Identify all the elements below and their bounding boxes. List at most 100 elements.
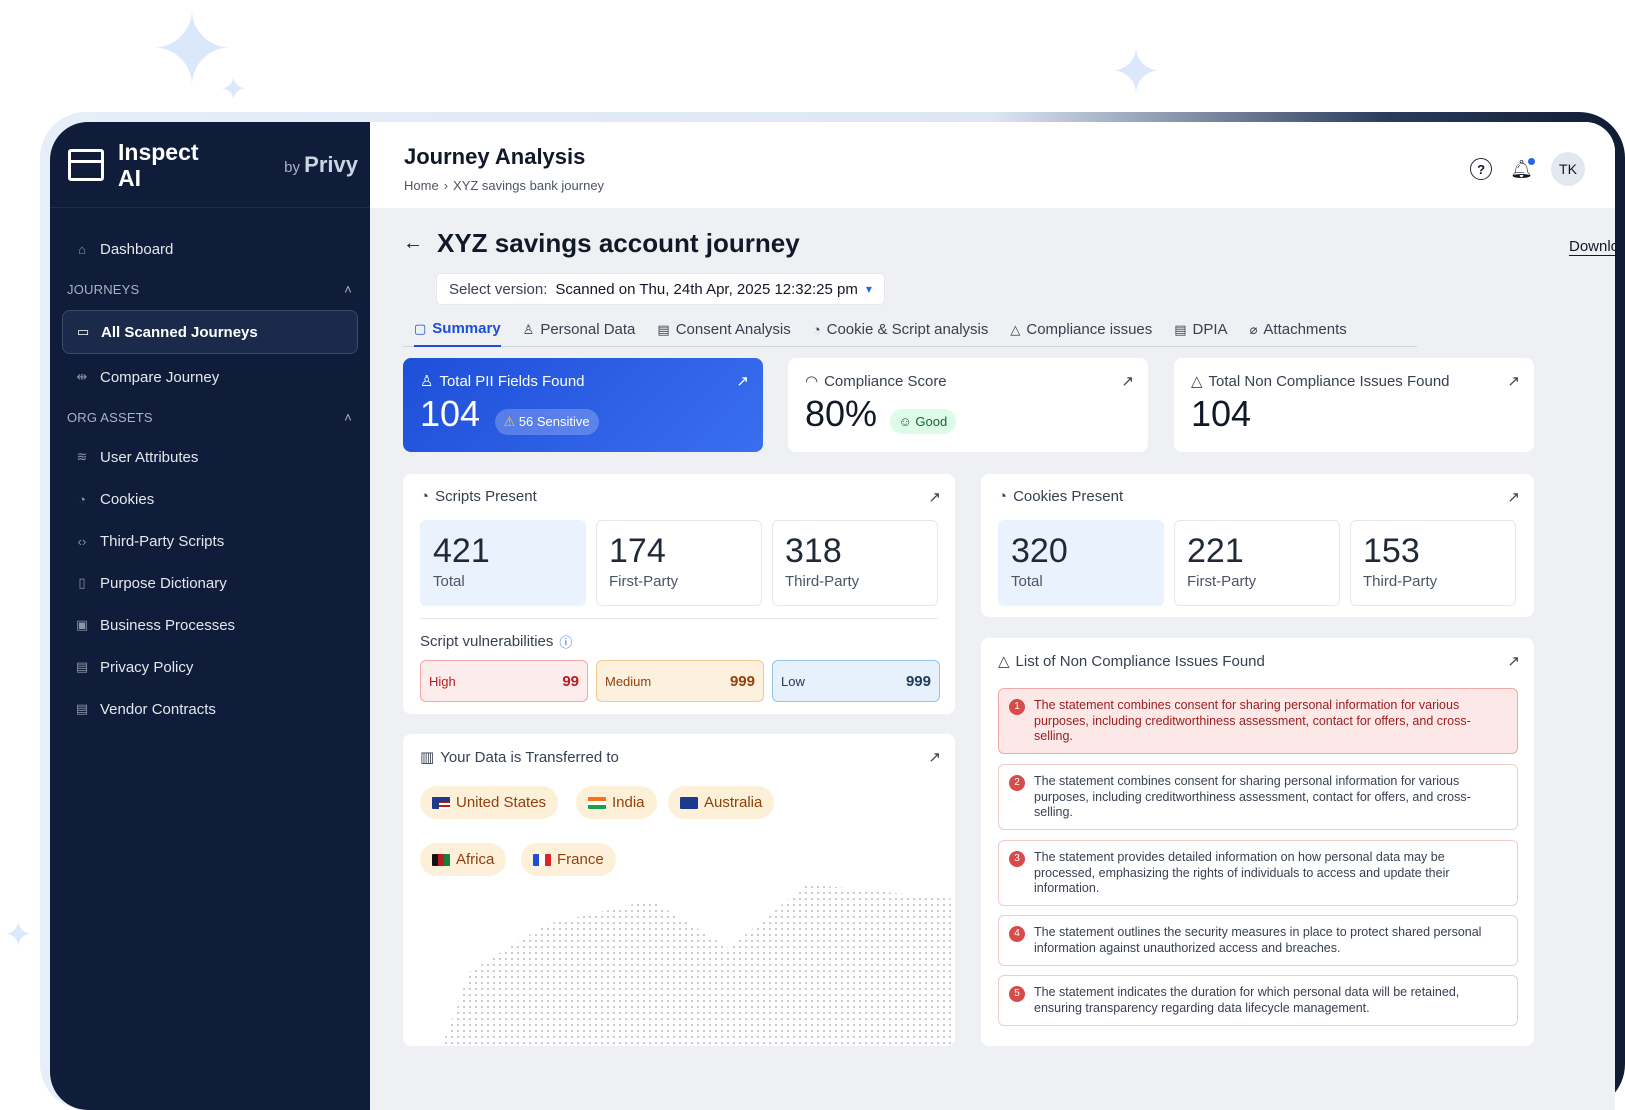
brand-name: Inspect AI: [118, 138, 199, 191]
device-frame: Inspect AI by Privy ⌂ Dashboard JOURNEYS ˄…: [40, 112, 1625, 1110]
book-icon: ▯: [78, 575, 86, 590]
section-journeys[interactable]: JOURNEYS ˄: [50, 270, 370, 308]
data-transfer-card: ▥ Your Data is Transferred to ↗ United St…: [403, 734, 955, 1046]
cookie-icon: ◔: [420, 488, 430, 505]
compliance-score-value: 80%: [805, 393, 878, 434]
top-bar: Journey Analysis Home › XYZ savings bank j…: [370, 122, 1615, 208]
divider: [420, 618, 938, 619]
tab-consent-analysis[interactable]: ▤ Consent Analysis: [657, 313, 790, 347]
country-pill-france[interactable]: France: [521, 843, 616, 876]
issues-card: △ List of Non Compliance Issues Found ↗ 1…: [981, 638, 1534, 1046]
expand-arrow-icon[interactable]: ↗: [1507, 652, 1520, 670]
inspect-logo-icon: [64, 143, 108, 187]
cookies-third-party[interactable]: 153 Third-Party: [1350, 520, 1516, 606]
sidebar-item-compare-journey[interactable]: ⇹ Compare Journey: [50, 356, 370, 398]
tab-compliance-issues[interactable]: △ Compliance issues: [1010, 313, 1152, 347]
country-pill-africa[interactable]: Africa: [420, 843, 507, 876]
vuln-low[interactable]: Low 999: [772, 660, 940, 702]
scripts-card: ◔ Scripts Present ↗ 421 Total 174 First-Par…: [403, 474, 955, 714]
download-link[interactable]: Download: [1569, 238, 1615, 256]
top-actions: ? 🔔︎ TK: [1470, 152, 1585, 186]
sidebar-item-all-scanned-journeys[interactable]: ▭ All Scanned Journeys: [62, 310, 358, 354]
tab-cookie-script-analysis[interactable]: ◔ Cookie & Script analysis: [813, 313, 989, 347]
country-pill-australia[interactable]: Australia: [668, 786, 775, 819]
expand-arrow-icon[interactable]: ↗: [1507, 488, 1520, 506]
cookies-card: ◔ Cookies Present ↗ 320 Total 221 First-Par…: [981, 474, 1534, 617]
sidebar-item-cookies[interactable]: ◔ Cookies: [50, 478, 370, 520]
code-icon: ‹›: [77, 533, 87, 549]
cookies-first-party[interactable]: 221 First-Party: [1174, 520, 1340, 606]
avatar[interactable]: TK: [1551, 152, 1585, 186]
noncompliance-card[interactable]: △ Total Non Compliance Issues Found ↗ 104: [1174, 358, 1534, 452]
vuln-medium[interactable]: Medium 999: [596, 660, 764, 702]
help-icon[interactable]: ?: [1470, 158, 1493, 180]
cookies-total[interactable]: 320 Total: [998, 520, 1164, 606]
issue-item[interactable]: 2 The statement combines consent for shar…: [998, 764, 1518, 830]
document-icon: ▤: [1174, 321, 1187, 337]
tab-attachments[interactable]: ⌀ Attachments: [1250, 313, 1347, 347]
country-pill-united-states[interactable]: United States: [420, 786, 559, 819]
scripts-third-party[interactable]: 318 Third-Party: [772, 520, 938, 606]
sidebar-item-third-party-scripts[interactable]: ‹› Third-Party Scripts: [50, 520, 370, 562]
africa-flag-icon: [432, 853, 450, 866]
warning-icon: △: [998, 653, 1010, 670]
sidebar-item-vendor-contracts[interactable]: ▤ Vendor Contracts: [50, 688, 370, 730]
world-map-illustration: [443, 884, 955, 1044]
pii-card[interactable]: ♙ Total PII Fields Found ↗ 104 ⚠ 56 Sensi…: [403, 358, 763, 452]
expand-arrow-icon[interactable]: ↗: [1121, 372, 1134, 390]
back-arrow-icon[interactable]: ←: [403, 232, 423, 255]
content: ← XYZ savings account journey Download S…: [403, 208, 1615, 1110]
issue-item[interactable]: 3 The statement provides detailed informa…: [998, 840, 1518, 906]
australia-flag-icon: [680, 796, 698, 809]
brand-by: by Privy: [284, 152, 358, 177]
cookie-icon: ◔: [78, 491, 86, 507]
chevron-down-icon: ▾: [865, 282, 872, 296]
home-icon: ⌂: [78, 241, 86, 257]
laptop-icon: ▭: [76, 324, 90, 339]
journey-title: XYZ savings account journey: [437, 228, 800, 258]
compare-icon: ⇹: [76, 369, 88, 384]
good-badge: ☺ Good: [889, 409, 957, 435]
main-area: Journey Analysis Home › XYZ savings bank j…: [370, 122, 1615, 1110]
issue-item[interactable]: 5 The statement indicates the duration fo…: [998, 975, 1518, 1026]
journey-header: ← XYZ savings account journey: [403, 228, 800, 259]
breadcrumb-home[interactable]: Home: [404, 178, 439, 193]
expand-arrow-icon[interactable]: ↗: [1507, 372, 1520, 390]
scripts-total[interactable]: 421 Total: [420, 520, 586, 606]
pii-value: 104: [420, 393, 481, 434]
expand-arrow-icon[interactable]: ↗: [928, 488, 941, 506]
vuln-title: Script vulnerabilities ⓘ: [420, 633, 573, 650]
page-title: Journey Analysis: [404, 144, 586, 169]
breadcrumb-current: XYZ savings bank journey: [453, 178, 605, 193]
expand-arrow-icon[interactable]: ↗: [736, 372, 749, 390]
sidebar-item-purpose-dictionary[interactable]: ▯ Purpose Dictionary: [50, 562, 370, 604]
compliance-score-card[interactable]: ◠ Compliance Score ↗ 80% ☺ Good: [788, 358, 1148, 452]
map-icon: ▥: [420, 749, 435, 766]
version-select[interactable]: Select version: Scanned on Thu, 24th Apr,…: [436, 273, 885, 305]
issue-item[interactable]: 1 The statement combines consent for shar…: [998, 688, 1518, 754]
expand-arrow-icon[interactable]: ↗: [928, 748, 941, 766]
sidebar-item-business-processes[interactable]: ▣ Business Processes: [50, 604, 370, 646]
brand[interactable]: Inspect AI by Privy: [50, 122, 370, 208]
vuln-high[interactable]: High 99: [420, 660, 588, 702]
section-org-assets[interactable]: ORG ASSETS ˄: [50, 398, 370, 436]
notification-dot: [1528, 157, 1535, 165]
scripts-first-party[interactable]: 174 First-Party: [596, 520, 762, 606]
tab-dpia[interactable]: ▤ DPIA: [1174, 313, 1227, 347]
issue-item[interactable]: 4 The statement outlines the security mea…: [998, 915, 1518, 966]
breadcrumb: Home › XYZ savings bank journey: [404, 178, 1581, 193]
cookie-icon: ◔: [812, 322, 821, 337]
country-pill-india[interactable]: India: [576, 786, 657, 819]
user-icon: ♙: [420, 373, 434, 390]
tab-summary[interactable]: ▢ Summary: [414, 313, 501, 347]
sidebar-item-dashboard[interactable]: ⌂ Dashboard: [50, 228, 370, 270]
chevron-up-icon: ˄: [344, 409, 352, 425]
sidebar-nav: ⌂ Dashboard JOURNEYS ˄ ▭ All Scanned Journe…: [50, 208, 370, 730]
tab-personal-data[interactable]: ♙ Personal Data: [523, 313, 636, 347]
document-icon: ▤: [657, 321, 670, 337]
bell-icon[interactable]: 🔔︎: [1510, 157, 1535, 180]
gauge-icon: ◠: [805, 373, 819, 390]
sidebar-item-privacy-policy[interactable]: ▤ Privacy Policy: [50, 646, 370, 688]
sidebar-item-user-attributes[interactable]: ≋ User Attributes: [50, 436, 370, 478]
paperclip-icon: ⌀: [1249, 321, 1258, 337]
